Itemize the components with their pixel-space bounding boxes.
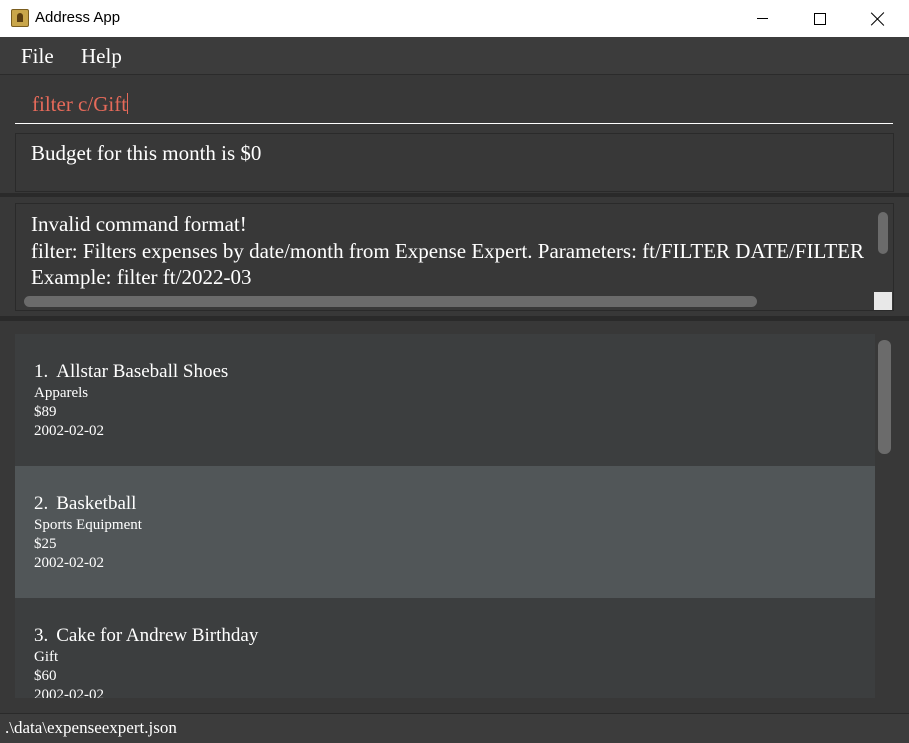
scroll-corner xyxy=(874,292,892,310)
expense-date: 2002-02-02 xyxy=(34,555,104,571)
expense-amount: $89 xyxy=(34,404,57,420)
menu-bar: File Help xyxy=(0,37,909,75)
result-line: Example: filter ft/2022-03 xyxy=(31,265,252,289)
maximize-button[interactable] xyxy=(791,0,849,37)
minimize-icon xyxy=(756,18,768,19)
result-line: Invalid command format! xyxy=(31,212,247,236)
divider xyxy=(0,193,909,197)
horizontal-scrollbar[interactable] xyxy=(24,296,757,307)
budget-text: Budget for this month is $0 xyxy=(31,141,262,165)
maximize-icon xyxy=(814,12,826,25)
expense-card[interactable]: 1. Allstar Baseball Shoes Apparels $89 20… xyxy=(15,334,875,466)
expense-name: Cake for Andrew Birthday xyxy=(56,625,259,646)
expense-name: Allstar Baseball Shoes xyxy=(56,361,229,382)
expense-category: Sports Equipment xyxy=(34,517,142,533)
expense-amount: $25 xyxy=(34,536,57,552)
expense-date: 2002-02-02 xyxy=(34,423,104,439)
divider xyxy=(0,316,909,321)
result-display: Invalid command format! filter: Filters … xyxy=(15,203,894,311)
expense-index: 2. xyxy=(34,493,49,514)
text-caret xyxy=(127,93,129,114)
expense-date: 2002-02-02 xyxy=(34,687,104,698)
status-bar: .\data\expenseexpert.json xyxy=(0,713,909,743)
expense-card[interactable]: 3. Cake for Andrew Birthday Gift $60 2002… xyxy=(15,598,875,698)
expense-index: 1. xyxy=(34,361,49,382)
expense-name: Basketball xyxy=(56,493,137,514)
expense-category: Apparels xyxy=(34,385,89,401)
expense-category: Gift xyxy=(34,649,59,665)
close-icon xyxy=(871,12,885,26)
title-bar: Address App xyxy=(0,0,909,37)
window-title: Address App xyxy=(35,9,121,26)
minimize-button[interactable] xyxy=(733,0,791,37)
menu-help[interactable]: Help xyxy=(81,44,122,69)
close-button[interactable] xyxy=(849,0,907,37)
expense-index: 3. xyxy=(34,625,49,646)
budget-display: Budget for this month is $0 xyxy=(15,133,894,192)
list-vertical-scrollbar[interactable] xyxy=(878,340,891,454)
app-icon xyxy=(11,9,29,27)
result-line: filter: Filters expenses by date/month f… xyxy=(31,239,865,263)
command-text: filter c/Gift xyxy=(32,92,128,116)
command-input[interactable]: filter c/Gift xyxy=(15,87,893,124)
command-area: filter c/Gift xyxy=(0,75,909,130)
expense-amount: $60 xyxy=(34,668,57,684)
expense-list: 1. Allstar Baseball Shoes Apparels $89 20… xyxy=(15,334,875,698)
save-location: .\data\expenseexpert.json xyxy=(5,718,177,737)
menu-file[interactable]: File xyxy=(21,44,54,69)
result-vertical-scrollbar[interactable] xyxy=(878,212,888,254)
expense-card[interactable]: 2. Basketball Sports Equipment $25 2002-0… xyxy=(15,466,875,598)
